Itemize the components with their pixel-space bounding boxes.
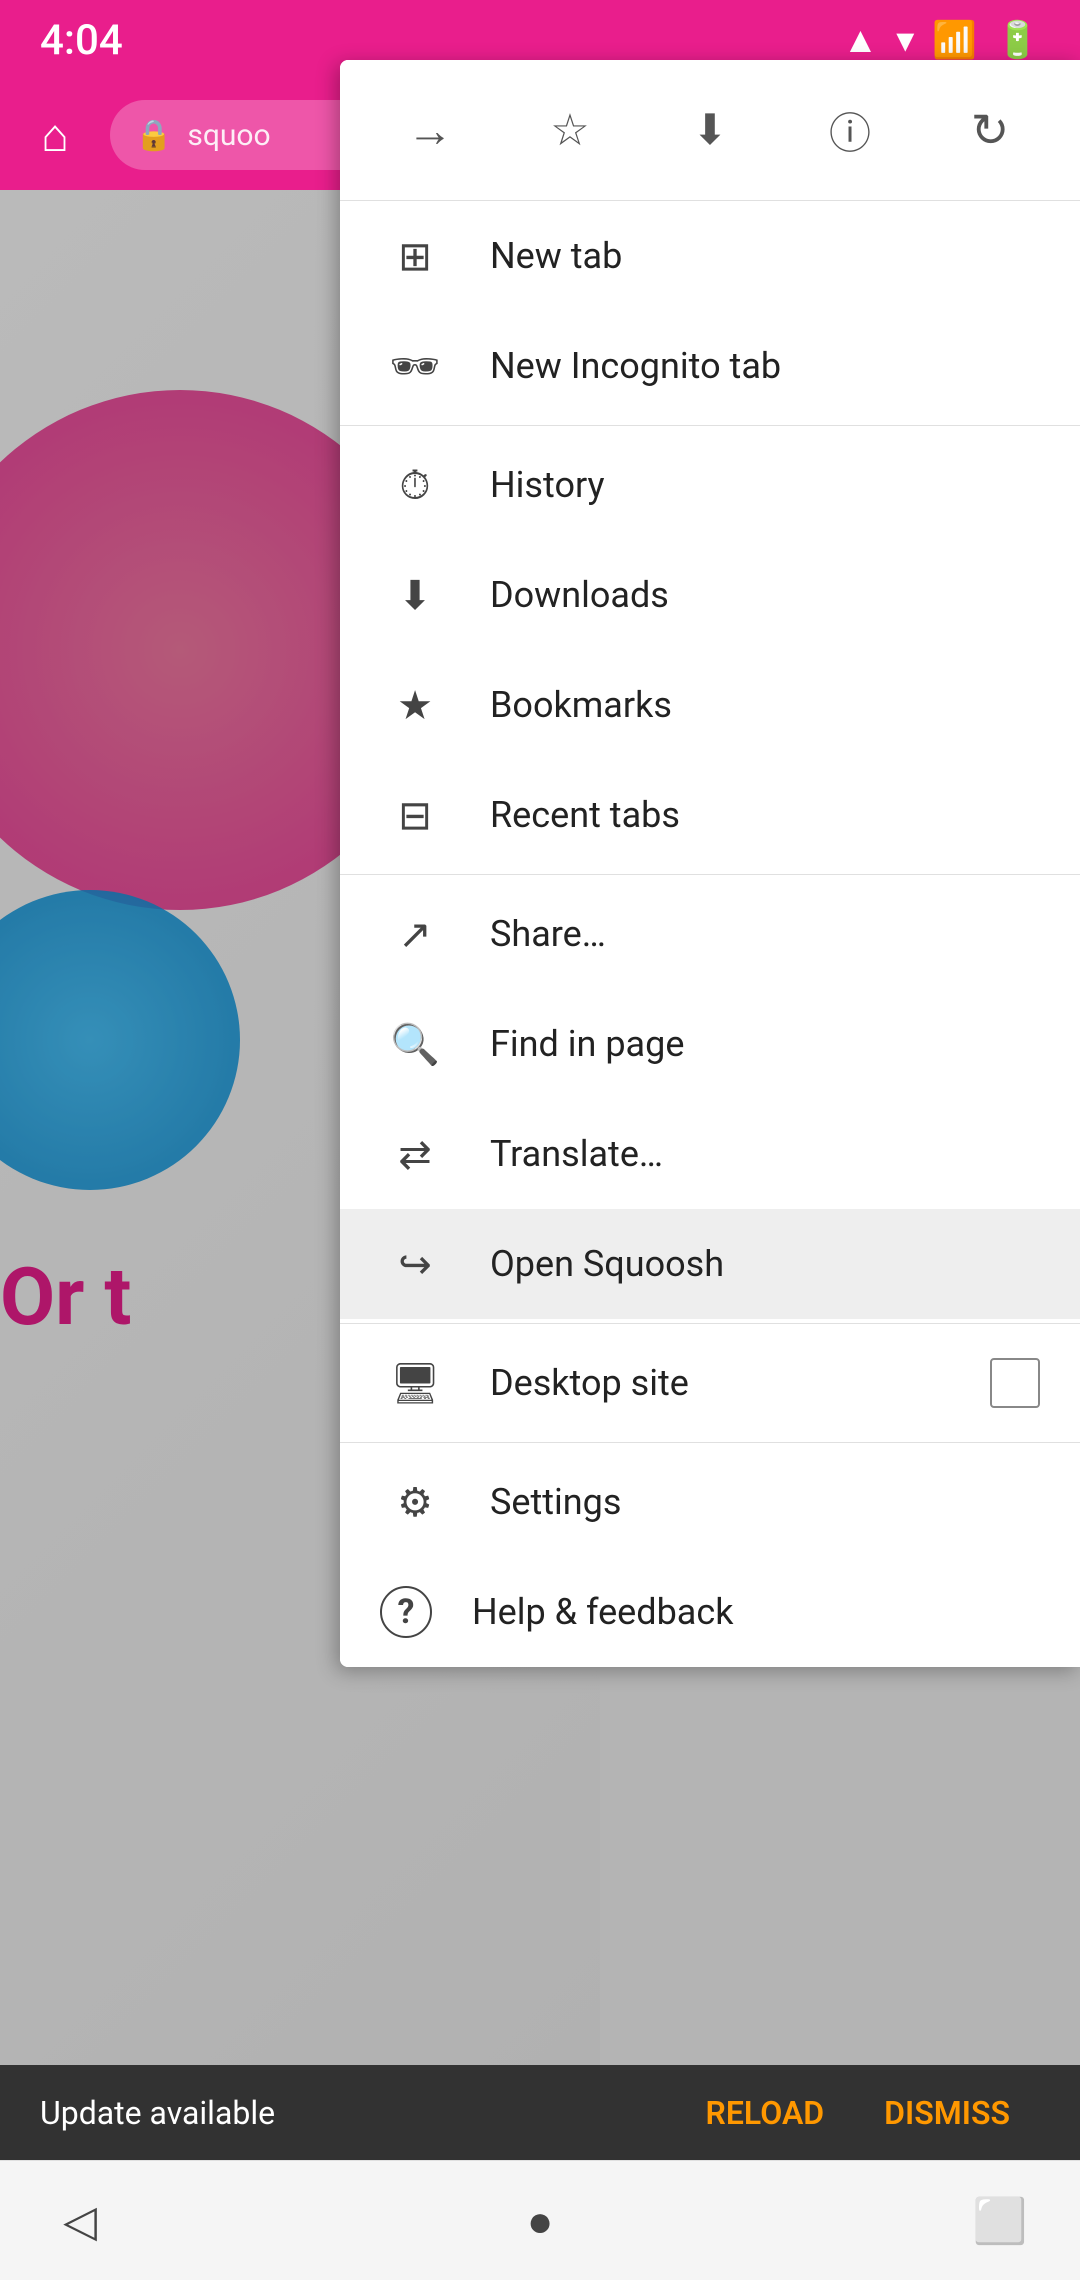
info-icon: ⓘ <box>829 100 871 161</box>
desktop-site-icon: 🖥 <box>380 1348 450 1418</box>
new-tab-icon: ⊞ <box>380 221 450 291</box>
signal-bars-icon: 📶 <box>932 19 977 61</box>
home-button[interactable]: ⌂ <box>20 100 90 170</box>
back-icon: ◁ <box>63 2195 97 2247</box>
download-toolbar-button[interactable]: ⬇ <box>670 90 750 170</box>
menu-item-help-feedback[interactable]: ? Help & feedback <box>340 1557 1080 1667</box>
home-nav-icon: ● <box>527 2195 554 2247</box>
bookmarks-label: Bookmarks <box>490 684 1040 726</box>
menu-item-share[interactable]: ↗ Share… <box>340 879 1080 989</box>
history-label: History <box>490 464 1040 506</box>
recent-apps-button[interactable]: ⬜ <box>960 2181 1040 2261</box>
lock-icon: 🔒 <box>135 118 172 153</box>
help-feedback-icon: ? <box>380 1586 432 1638</box>
menu-item-open-squoosh[interactable]: ↪ Open Squoosh <box>340 1209 1080 1319</box>
status-time: 4:04 <box>40 16 123 65</box>
settings-label: Settings <box>490 1481 1040 1523</box>
refresh-icon: ↻ <box>971 103 1010 158</box>
bookmark-button[interactable]: ☆ <box>530 90 610 170</box>
desktop-site-label: Desktop site <box>490 1362 990 1404</box>
forward-button[interactable]: → <box>390 90 470 170</box>
menu-toolbar: → ☆ ⬇ ⓘ ↻ <box>340 60 1080 201</box>
menu-item-history[interactable]: ⏱ History <box>340 430 1080 540</box>
menu-item-translate[interactable]: ⇄ Translate… <box>340 1099 1080 1209</box>
info-button[interactable]: ⓘ <box>810 90 890 170</box>
update-banner: Update available RELOAD DISMISS <box>0 2065 1080 2160</box>
bookmark-icon: ☆ <box>550 104 589 156</box>
open-squoosh-label: Open Squoosh <box>490 1243 1040 1285</box>
reload-button[interactable]: RELOAD <box>676 2094 855 2132</box>
history-icon: ⏱ <box>380 450 450 520</box>
bookmarks-icon: ★ <box>380 670 450 740</box>
help-feedback-label: Help & feedback <box>472 1591 1040 1633</box>
menu-item-settings[interactable]: ⚙ Settings <box>340 1447 1080 1557</box>
settings-icon: ⚙ <box>380 1467 450 1537</box>
recent-apps-icon: ⬜ <box>973 2195 1028 2247</box>
menu-item-desktop-site[interactable]: 🖥 Desktop site <box>340 1328 1080 1438</box>
address-text: squoo <box>187 118 270 153</box>
downloads-label: Downloads <box>490 574 1040 616</box>
menu-item-bookmarks[interactable]: ★ Bookmarks <box>340 650 1080 760</box>
new-tab-label: New tab <box>490 235 1040 277</box>
menu-item-new-tab[interactable]: ⊞ New tab <box>340 201 1080 311</box>
back-button[interactable]: ◁ <box>40 2181 120 2261</box>
refresh-button[interactable]: ↻ <box>950 90 1030 170</box>
find-in-page-icon: 🔍 <box>380 1009 450 1079</box>
recent-tabs-icon: ⊟ <box>380 780 450 850</box>
open-squoosh-icon: ↪ <box>380 1229 450 1299</box>
menu-item-recent-tabs[interactable]: ⊟ Recent tabs <box>340 760 1080 870</box>
menu-item-find-in-page[interactable]: 🔍 Find in page <box>340 989 1080 1099</box>
translate-label: Translate… <box>490 1133 1040 1175</box>
divider-1 <box>340 425 1080 426</box>
new-incognito-label: New Incognito tab <box>490 345 1040 387</box>
divider-2 <box>340 874 1080 875</box>
wifi-icon: ▾ <box>896 19 914 61</box>
dismiss-button[interactable]: DISMISS <box>854 2094 1040 2132</box>
forward-icon: → <box>407 103 453 158</box>
home-nav-button[interactable]: ● <box>500 2181 580 2261</box>
recent-tabs-label: Recent tabs <box>490 794 1040 836</box>
divider-3 <box>340 1323 1080 1324</box>
translate-icon: ⇄ <box>380 1119 450 1189</box>
dropdown-menu: → ☆ ⬇ ⓘ ↻ ⊞ New tab 🕶 New Incognito tab … <box>340 60 1080 1667</box>
bottom-nav-bar: ◁ ● ⬜ <box>0 2160 1080 2280</box>
update-available-text: Update available <box>40 2094 676 2132</box>
home-icon: ⌂ <box>41 108 69 163</box>
downloads-icon: ⬇ <box>380 560 450 630</box>
status-icons: ▲ ▾ 📶 🔋 <box>843 19 1040 61</box>
menu-item-downloads[interactable]: ⬇ Downloads <box>340 540 1080 650</box>
battery-icon: 🔋 <box>995 19 1040 61</box>
menu-item-new-incognito[interactable]: 🕶 New Incognito tab <box>340 311 1080 421</box>
signal-icon: ▲ <box>843 19 879 61</box>
share-label: Share… <box>490 913 1040 955</box>
download-toolbar-icon: ⬇ <box>692 105 727 155</box>
incognito-icon: 🕶 <box>380 331 450 401</box>
divider-4 <box>340 1442 1080 1443</box>
desktop-site-checkbox[interactable] <box>990 1358 1040 1408</box>
find-in-page-label: Find in page <box>490 1023 1040 1065</box>
share-icon: ↗ <box>380 899 450 969</box>
